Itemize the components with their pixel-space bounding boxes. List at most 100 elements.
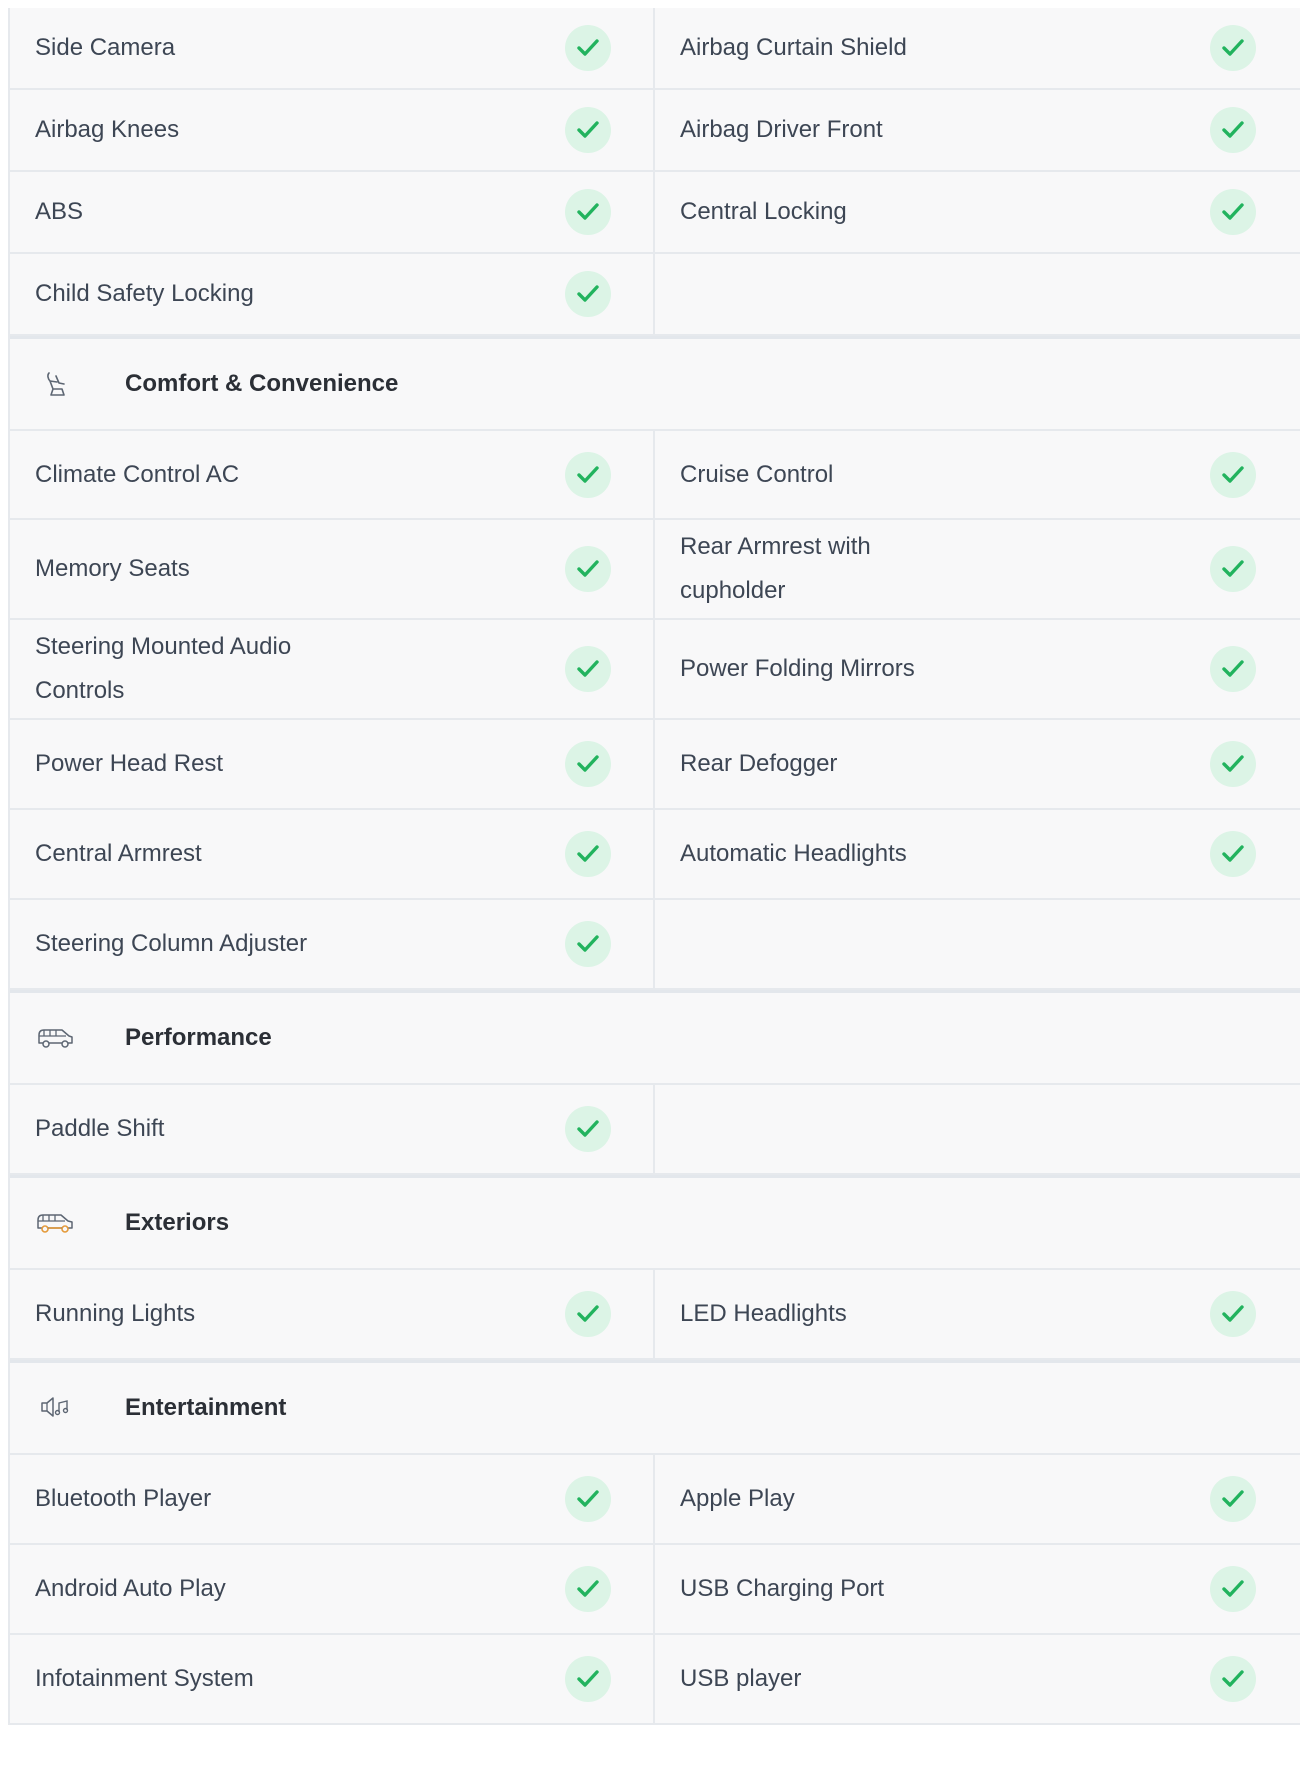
feature-row: Airbag Knees Airbag Driver Front	[10, 90, 1300, 172]
feature-cell: Power Head Rest	[10, 720, 655, 808]
feature-cell: Memory Seats	[10, 520, 655, 618]
check-icon	[565, 189, 611, 235]
check-icon	[565, 921, 611, 967]
feature-cell: Rear Defogger	[655, 720, 1300, 808]
category-title: Comfort & Convenience	[125, 370, 399, 397]
feature-label: Cruise Control	[680, 460, 834, 488]
feature-row: Running Lights LED Headlights	[10, 1270, 1300, 1360]
check-icon	[1210, 1291, 1256, 1337]
feature-label: Rear Defogger	[680, 750, 838, 777]
feature-label: Climate Control AC	[35, 460, 240, 488]
category-title: Performance	[125, 1024, 272, 1051]
feature-label: Paddle Shift	[35, 1115, 165, 1142]
check-icon	[565, 451, 611, 498]
feature-cell-empty	[655, 1085, 1300, 1173]
feature-cell: Airbag Curtain Shield	[655, 8, 1300, 88]
check-icon	[565, 25, 611, 71]
feature-cell: Steering Column Adjuster	[10, 900, 655, 988]
feature-label: Steering Column Adjuster	[35, 930, 308, 957]
feature-cell: Running Lights	[10, 1270, 655, 1358]
check-icon	[565, 1566, 611, 1612]
feature-cell: Side Camera	[10, 8, 655, 88]
car-icon	[35, 1018, 75, 1058]
feature-row: ABS Central Locking	[10, 172, 1300, 254]
feature-row: Child Safety Locking	[10, 254, 1300, 336]
feature-label: Power Folding Mirrors	[680, 655, 915, 682]
feature-cell: Automatic Headlights	[655, 810, 1300, 898]
feature-cell: Steering Mounted Audio Controls	[10, 620, 655, 718]
check-icon	[565, 646, 611, 692]
check-icon	[565, 831, 611, 877]
check-icon	[1210, 189, 1256, 235]
feature-cell: Infotainment System	[10, 1635, 655, 1723]
check-icon	[565, 1291, 611, 1337]
feature-row: Memory Seats Rear Armrest with cupholder	[10, 520, 1300, 620]
feature-label: Steering Mounted Audio Controls	[35, 633, 292, 704]
check-icon	[1210, 1476, 1256, 1522]
feature-label: Rear Armrest with cupholder	[680, 533, 871, 604]
feature-row: Power Head Rest Rear Defogger	[10, 720, 1300, 810]
feature-label: Automatic Headlights	[680, 840, 907, 867]
feature-label: Side Camera	[35, 34, 176, 61]
feature-cell: Apple Play	[655, 1455, 1300, 1543]
category-header-entertainment: Entertainment	[10, 1360, 1300, 1455]
feature-cell: Central Locking	[655, 172, 1300, 252]
check-icon	[565, 546, 611, 592]
feature-label: Memory Seats	[35, 555, 190, 582]
feature-label: USB player	[680, 1665, 802, 1692]
feature-label: Bluetooth Player	[35, 1485, 212, 1512]
feature-row: Climate Control AC Cruise Control	[10, 431, 1300, 520]
feature-cell: Central Armrest	[10, 810, 655, 898]
feature-cell-empty	[655, 900, 1300, 988]
feature-table: Side Camera Airbag Curtain Shield Airbag…	[8, 8, 1300, 1725]
feature-cell: Climate Control AC	[10, 431, 655, 518]
check-icon	[1210, 25, 1256, 71]
category-header-performance: Performance	[10, 990, 1300, 1085]
feature-label: Central Armrest	[35, 840, 202, 867]
check-icon	[565, 1656, 611, 1702]
feature-cell: Paddle Shift	[10, 1085, 655, 1173]
speaker-icon	[35, 1388, 75, 1428]
page: Side Camera Airbag Curtain Shield Airbag…	[0, 0, 1300, 1767]
feature-cell: Airbag Driver Front	[655, 90, 1300, 170]
feature-label: Airbag Knees	[35, 116, 180, 143]
feature-label: Central Locking	[680, 198, 847, 225]
feature-row: Android Auto Play USB Charging Port	[10, 1545, 1300, 1635]
feature-label: Infotainment System	[35, 1665, 254, 1692]
check-icon	[565, 107, 611, 153]
feature-label: ABS	[35, 198, 84, 225]
feature-row: Steering Column Adjuster	[10, 900, 1300, 990]
check-icon	[565, 271, 611, 317]
feature-cell: Android Auto Play	[10, 1545, 655, 1633]
check-icon	[1210, 646, 1256, 692]
feature-cell: USB player	[655, 1635, 1300, 1723]
check-icon	[565, 1106, 611, 1152]
check-icon	[1210, 831, 1256, 877]
feature-cell: USB Charging Port	[655, 1545, 1300, 1633]
feature-cell: Rear Armrest with cupholder	[655, 520, 1300, 618]
feature-row: Bluetooth Player Apple Play	[10, 1455, 1300, 1545]
feature-cell: Airbag Knees	[10, 90, 655, 170]
category-header-comfort: Comfort & Convenience	[10, 336, 1300, 431]
check-icon	[1210, 741, 1256, 787]
feature-label: Airbag Driver Front	[680, 116, 883, 143]
check-icon	[1210, 451, 1256, 498]
feature-cell: Child Safety Locking	[10, 254, 655, 334]
feature-row: Paddle Shift	[10, 1085, 1300, 1175]
check-icon	[565, 1476, 611, 1522]
feature-label: Apple Play	[680, 1485, 795, 1512]
feature-label: Airbag Curtain Shield	[680, 34, 907, 61]
feature-row: Infotainment System USB player	[10, 1635, 1300, 1725]
feature-label: Child Safety Locking	[35, 280, 254, 307]
check-icon	[565, 741, 611, 787]
feature-label: Android Auto Play	[35, 1575, 226, 1602]
feature-row: Side Camera Airbag Curtain Shield	[10, 8, 1300, 90]
feature-cell: Cruise Control	[655, 431, 1300, 518]
feature-cell: ABS	[10, 172, 655, 252]
feature-cell: Bluetooth Player	[10, 1455, 655, 1543]
category-header-exteriors: Exteriors	[10, 1175, 1300, 1270]
feature-row: Steering Mounted Audio Controls Power Fo…	[10, 620, 1300, 720]
feature-cell-empty	[655, 254, 1300, 334]
car-exterior-icon	[35, 1203, 75, 1243]
feature-label: USB Charging Port	[680, 1575, 885, 1602]
